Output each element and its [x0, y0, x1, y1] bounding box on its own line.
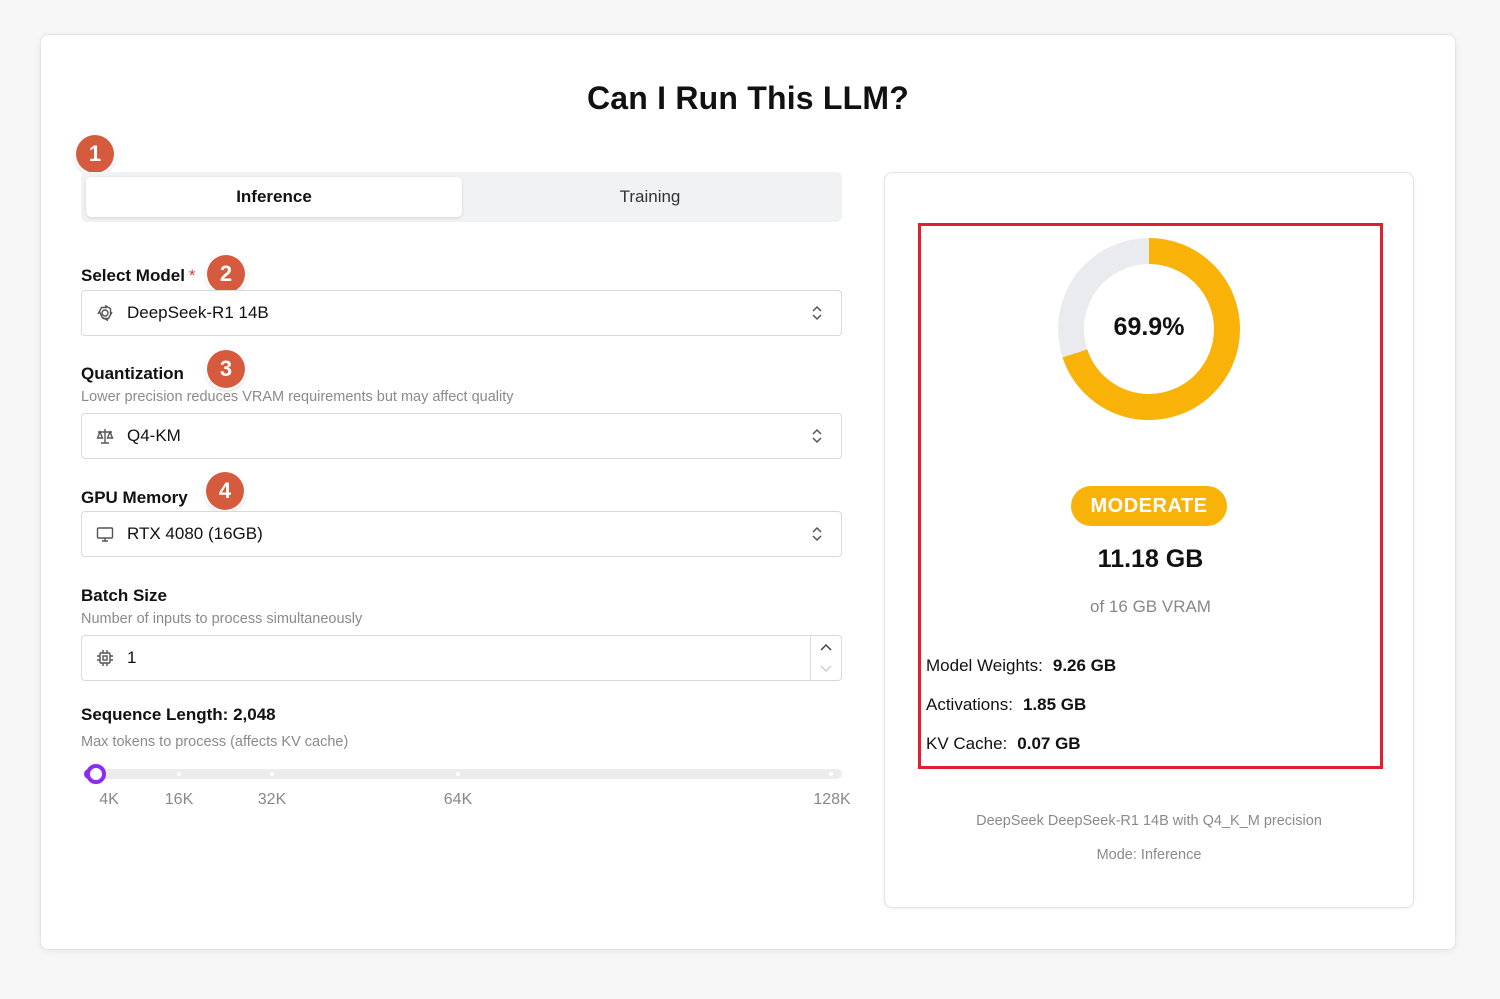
batch-stepper [810, 636, 841, 680]
batch-label: Batch Size [81, 586, 167, 605]
sequence-slider-track[interactable] [84, 769, 842, 779]
tick-32k: 32K [257, 791, 287, 808]
scale-icon [95, 426, 115, 446]
chevron-updown-icon [812, 428, 822, 444]
quantization-select[interactable]: Q4-KM [81, 413, 842, 459]
tick-64k: 64K [443, 791, 473, 808]
batch-value: 1 [127, 648, 137, 667]
tick-128k: 128K [813, 791, 851, 808]
gpu-label: GPU Memory [81, 488, 188, 507]
breakdown-label: Activations: [926, 695, 1013, 714]
breakdown-kv-cache: KV Cache: 0.07 GB [926, 734, 1081, 754]
breakdown-value: 1.85 GB [1022, 695, 1087, 714]
chevron-up-icon [820, 643, 832, 651]
chevron-updown-icon [812, 305, 822, 321]
breakdown-value: 0.07 GB [1017, 734, 1081, 753]
quantization-value: Q4-KM [127, 426, 181, 445]
page-title: Can I Run This LLM? [587, 80, 909, 116]
sequence-label: Sequence Length: 2,048 [81, 705, 276, 724]
status-badge: MODERATE [1071, 486, 1227, 526]
tab-training[interactable]: Training [462, 177, 838, 217]
slider-dot [829, 772, 833, 776]
breakdown-label: Model Weights: [926, 656, 1043, 675]
breakdown-weights: Model Weights: 9.26 GB [926, 656, 1116, 676]
step-marker-1: 1 [76, 135, 114, 173]
gpu-value: RTX 4080 (16GB) [127, 524, 263, 543]
tick-4k: 4K [99, 791, 119, 808]
usage-percent: 69.9% [1113, 313, 1185, 341]
gpu-select[interactable]: RTX 4080 (16GB) [81, 511, 842, 557]
chevron-updown-icon [812, 526, 822, 542]
model-label: Select Model * [81, 266, 196, 286]
slider-dot [177, 772, 181, 776]
monitor-icon [95, 524, 115, 544]
slider-dot [270, 772, 274, 776]
result-description: DeepSeek DeepSeek-R1 14B with Q4_K_M pre… [976, 813, 1322, 829]
tick-16k: 16K [164, 791, 194, 808]
step-marker-2: 2 [207, 255, 245, 293]
sequence-slider-thumb[interactable] [86, 764, 106, 784]
step-marker-4: 4 [206, 472, 244, 510]
vram-capacity: of 16 GB VRAM [1090, 597, 1211, 616]
mode-tabs: Inference Training [81, 172, 842, 222]
model-value: DeepSeek-R1 14B [127, 303, 269, 322]
increment-button[interactable] [811, 636, 841, 658]
breakdown-value: 9.26 GB [1052, 656, 1117, 675]
tab-inference[interactable]: Inference [86, 177, 462, 217]
breakdown-label: KV Cache: [926, 734, 1008, 753]
total-vram: 11.18 GB [1097, 545, 1204, 573]
required-asterisk: * [188, 266, 196, 285]
quantization-label: Quantization [81, 364, 184, 383]
slider-dot [456, 772, 460, 776]
batch-hint: Number of inputs to process simultaneous… [81, 611, 363, 627]
step-marker-3: 3 [207, 350, 245, 388]
batch-input[interactable]: 1 [81, 635, 842, 681]
breakdown-activations: Activations: 1.85 GB [926, 695, 1086, 715]
model-select[interactable]: DeepSeek-R1 14B [81, 290, 842, 336]
openai-icon [95, 303, 115, 323]
chevron-down-icon [820, 665, 832, 673]
decrement-button[interactable] [811, 658, 841, 680]
model-label-text: Select Model [81, 266, 185, 285]
quantization-hint: Lower precision reduces VRAM requirement… [81, 389, 514, 405]
result-mode: Mode: Inference [1096, 847, 1202, 863]
cpu-icon [95, 648, 115, 668]
sequence-hint: Max tokens to process (affects KV cache) [81, 734, 349, 750]
